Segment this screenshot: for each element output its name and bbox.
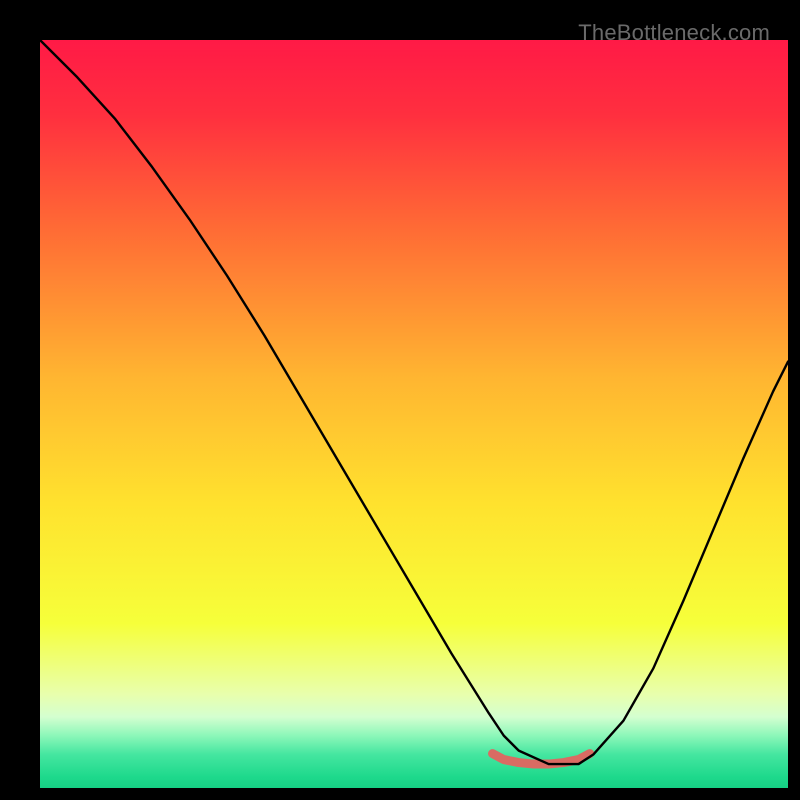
chart-frame: TheBottleneck.com [14,14,786,786]
watermark-text: TheBottleneck.com [578,20,770,46]
gradient-background [40,40,788,788]
chart-plot [40,40,788,788]
